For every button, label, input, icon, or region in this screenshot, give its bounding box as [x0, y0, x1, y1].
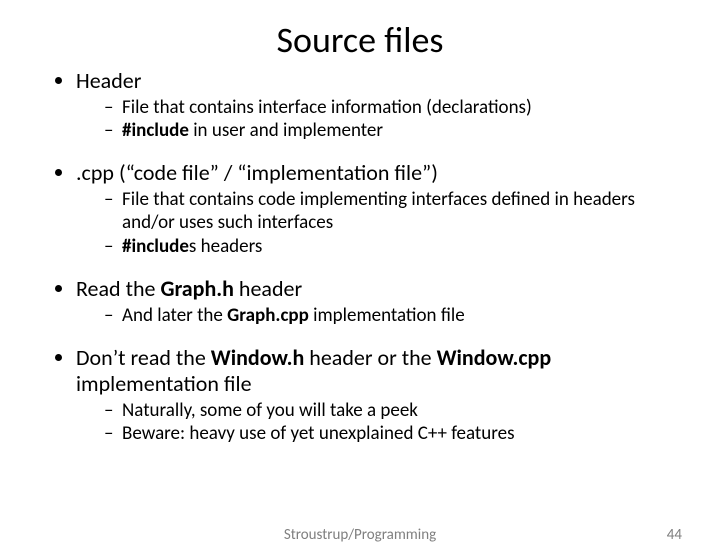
sub-list: And later the Graph.cpp implementation f…	[76, 304, 672, 327]
sub-item: Naturally, some of you will take a peek	[104, 399, 672, 422]
sub-list: Naturally, some of you will take a peek …	[76, 399, 672, 445]
slide-title: Source files	[48, 18, 672, 62]
sub-item: File that contains interface information…	[104, 96, 672, 119]
filename-graph-h: Graph.h	[160, 275, 234, 302]
bullet-text: implementation file	[76, 370, 252, 397]
sub-text: Beware: heavy use of yet unexplained C++…	[122, 422, 515, 445]
filename-window-cpp: Window.cpp	[437, 344, 552, 371]
bullet-text: Header	[76, 67, 141, 94]
keyword-include: #include	[122, 119, 189, 142]
bullet-list: Header File that contains interface info…	[48, 68, 672, 445]
sub-item: And later the Graph.cpp implementation f…	[104, 304, 672, 327]
slide: Source files Header File that contains i…	[0, 0, 720, 540]
sub-text: And later the	[122, 304, 227, 327]
sub-item: File that contains code implementing int…	[104, 188, 672, 234]
bullet-cpp: .cpp (“code file” / “implementation file…	[76, 160, 672, 257]
bullet-text: .cpp (“code file” / “implementation file…	[76, 159, 438, 186]
sub-text: s headers	[189, 235, 262, 258]
sub-list: File that contains code implementing int…	[76, 188, 672, 258]
bullet-text: header	[234, 275, 302, 302]
sub-text: File that contains interface information…	[122, 96, 532, 119]
keyword-include: #include	[122, 235, 189, 258]
filename-window-h: Window.h	[211, 344, 305, 371]
filename-graph-cpp: Graph.cpp	[227, 304, 309, 327]
sub-item: Beware: heavy use of yet unexplained C++…	[104, 422, 672, 445]
footer-author: Stroustrup/Programming	[284, 526, 436, 544]
sub-text: File that contains code implementing int…	[122, 188, 635, 234]
page-number: 44	[667, 526, 682, 544]
bullet-header: Header File that contains interface info…	[76, 68, 672, 142]
sub-list: File that contains interface information…	[76, 96, 672, 142]
bullet-text: header or the	[304, 344, 436, 371]
bullet-text: Read the	[76, 275, 160, 302]
sub-item: #includes headers	[104, 235, 672, 258]
sub-item: #include in user and implementer	[104, 119, 672, 142]
bullet-dont-read-window: Don’t read the Window.h header or the Wi…	[76, 345, 672, 445]
bullet-text: Don’t read the	[76, 344, 211, 371]
bullet-read-graph: Read the Graph.h header And later the Gr…	[76, 276, 672, 327]
sub-text: in user and implementer	[189, 119, 383, 142]
sub-text: Naturally, some of you will take a peek	[122, 399, 418, 422]
sub-text: implementation file	[309, 304, 465, 327]
